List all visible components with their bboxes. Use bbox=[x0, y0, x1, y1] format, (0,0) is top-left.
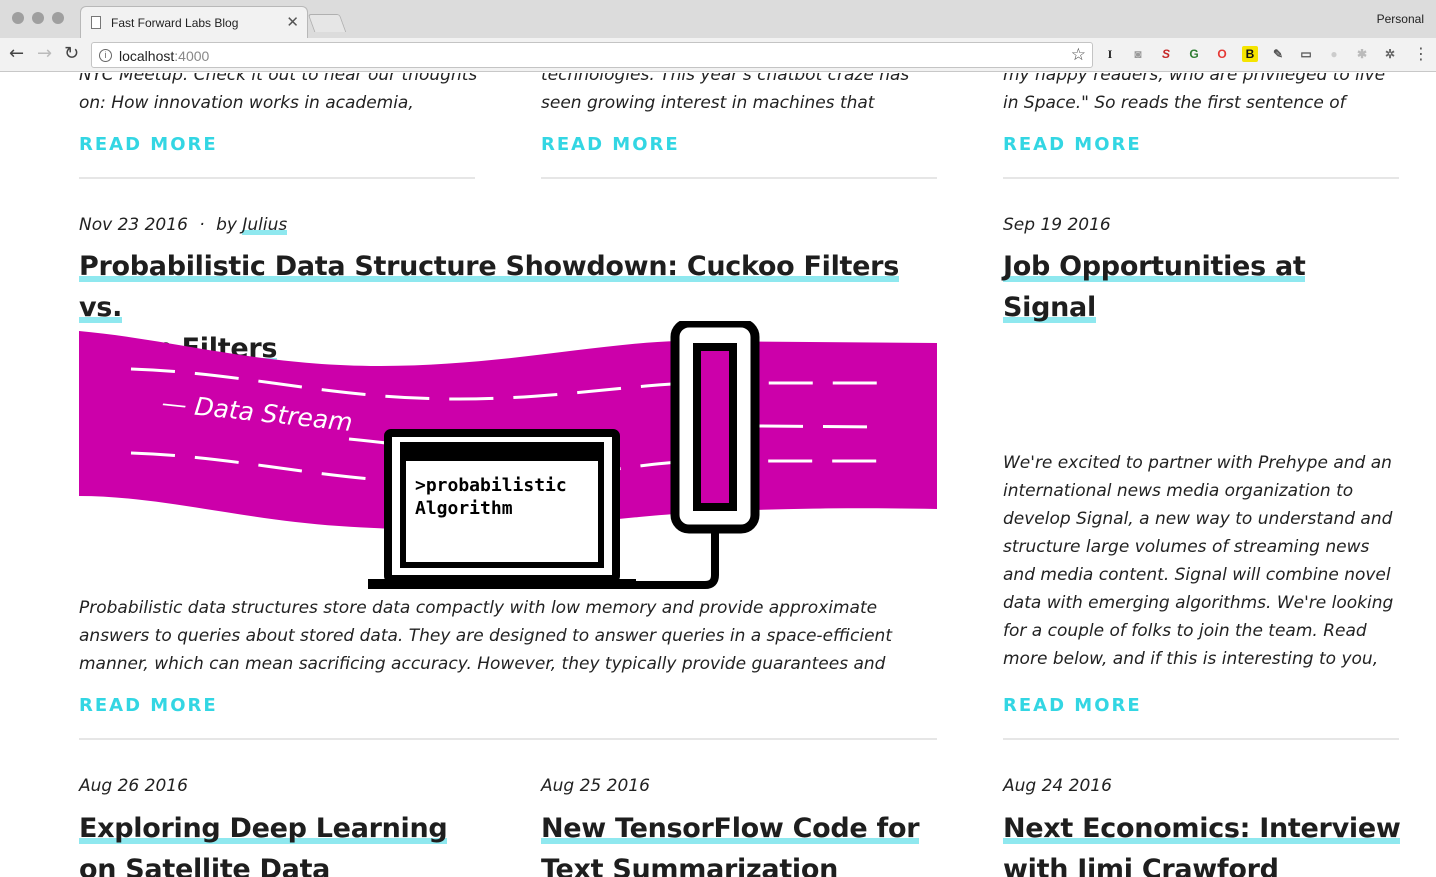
divider bbox=[79, 177, 475, 179]
post-teaser: NYC Meetup. Check it out to hear our tho… bbox=[79, 73, 478, 113]
meta-separator: · bbox=[199, 215, 205, 235]
post-title-line[interactable]: New TensorFlow Code for bbox=[541, 813, 920, 844]
url-text[interactable]: localhost:4000 bbox=[119, 48, 209, 64]
instapaper-extension-icon[interactable]: I bbox=[1102, 46, 1118, 62]
laptop-base bbox=[368, 579, 636, 589]
document-icon bbox=[91, 16, 101, 29]
disabled-extension-icon[interactable]: ● bbox=[1326, 46, 1342, 62]
post-title-link[interactable]: New TensorFlow Code for Text Summarizati… bbox=[541, 808, 961, 877]
pin-extension-icon[interactable]: ✎ bbox=[1270, 46, 1286, 62]
featured-image[interactable]: — Data Stream >probabilistic Algorithm bbox=[79, 321, 937, 593]
post-excerpt: We're excited to partner with Prehype an… bbox=[1003, 453, 1394, 669]
read-more-link[interactable]: READ MORE bbox=[79, 695, 218, 716]
post-date: Aug 26 2016 bbox=[79, 776, 188, 796]
divider bbox=[1003, 177, 1399, 179]
bug-extension-icon[interactable]: ✲ bbox=[1382, 46, 1398, 62]
opera-extension-icon[interactable]: O bbox=[1214, 46, 1230, 62]
info-icon[interactable]: i bbox=[99, 49, 112, 62]
device-cable bbox=[636, 531, 719, 589]
post-date: Aug 24 2016 bbox=[1003, 776, 1112, 796]
cast-icon[interactable]: ▭ bbox=[1298, 46, 1314, 62]
tab-close-icon[interactable]: ✕ bbox=[286, 13, 299, 31]
post-meta: Nov 23 2016 · by Julius bbox=[79, 215, 287, 235]
divider bbox=[541, 177, 937, 179]
post-title-line[interactable]: Probabilistic Data Structure Showdown: C… bbox=[79, 251, 899, 323]
profile-name[interactable]: Personal bbox=[1377, 12, 1424, 26]
read-more-link[interactable]: READ MORE bbox=[541, 134, 680, 155]
zoom-window-button[interactable] bbox=[52, 12, 64, 24]
post-title-link[interactable]: Exploring Deep Learning on Satellite Dat… bbox=[79, 808, 499, 877]
post-title-line[interactable]: on Satellite Data bbox=[79, 854, 330, 877]
minimize-window-button[interactable] bbox=[32, 12, 44, 24]
chrome-menu-icon[interactable]: ⋮ bbox=[1413, 44, 1429, 63]
post-title-line[interactable]: Exploring Deep Learning bbox=[79, 813, 448, 844]
gear-extension-icon[interactable]: ✱ bbox=[1354, 46, 1370, 62]
post-teaser: my happy readers, who are privileged to … bbox=[1003, 73, 1386, 113]
post-title-line[interactable]: Next Economics: Interview bbox=[1003, 813, 1401, 844]
grammarly-extension-icon[interactable]: G bbox=[1186, 46, 1202, 62]
post-title-line[interactable]: Job Opportunities at bbox=[1003, 251, 1306, 282]
browser-toolbar: ← → ↻ i localhost:4000 ☆ I ◙ S G O B ✎ ▭… bbox=[0, 38, 1436, 72]
screen-titlebar bbox=[403, 445, 601, 461]
screen-text: Algorithm bbox=[415, 498, 513, 519]
read-more-link[interactable]: READ MORE bbox=[79, 134, 218, 155]
byline-prefix: by bbox=[216, 215, 237, 235]
device-screen bbox=[693, 343, 737, 511]
divider bbox=[79, 738, 937, 740]
read-more-link[interactable]: READ MORE bbox=[1003, 134, 1142, 155]
post-date: Nov 23 2016 bbox=[79, 215, 188, 235]
address-bar[interactable]: i localhost:4000 ☆ bbox=[91, 42, 1093, 68]
blog-page: NYC Meetup. Check it out to hear our tho… bbox=[0, 73, 1436, 877]
author-link[interactable]: Julius bbox=[242, 215, 287, 235]
forward-arrow-icon[interactable]: → bbox=[37, 44, 52, 64]
back-arrow-icon[interactable]: ← bbox=[9, 44, 24, 64]
bookmark-star-icon[interactable]: ☆ bbox=[1071, 45, 1086, 65]
reload-icon[interactable]: ↻ bbox=[64, 44, 79, 64]
new-tab-button[interactable] bbox=[307, 14, 347, 32]
post-title-line[interactable]: Text Summarization bbox=[541, 854, 838, 877]
post-title-line[interactable]: with Jimi Crawford bbox=[1003, 854, 1279, 877]
s-extension-icon[interactable]: S bbox=[1158, 46, 1174, 62]
tab-title: Fast Forward Labs Blog bbox=[111, 16, 239, 30]
post-teaser: technologies. This year's chatbot craze … bbox=[541, 73, 910, 113]
divider bbox=[1003, 738, 1399, 740]
post-title-link[interactable]: Next Economics: Interview with Jimi Craw… bbox=[1003, 808, 1423, 877]
screen-text: >probabilistic bbox=[415, 475, 567, 496]
post-excerpt: Probabilistic data structures store data… bbox=[79, 598, 892, 674]
browser-tab-active[interactable]: Fast Forward Labs Blog ✕ bbox=[80, 6, 308, 38]
post-title-line[interactable]: Signal bbox=[1003, 292, 1096, 323]
post-title-link[interactable]: Job Opportunities at Signal bbox=[1003, 246, 1403, 328]
b-extension-icon[interactable]: B bbox=[1242, 46, 1258, 62]
post-date: Sep 19 2016 bbox=[1003, 215, 1111, 235]
post-date: Aug 25 2016 bbox=[541, 776, 650, 796]
camera-extension-icon[interactable]: ◙ bbox=[1130, 46, 1146, 62]
browser-tab-bar: Fast Forward Labs Blog ✕ Personal bbox=[0, 0, 1436, 38]
close-window-button[interactable] bbox=[12, 12, 24, 24]
read-more-link[interactable]: READ MORE bbox=[1003, 695, 1142, 716]
